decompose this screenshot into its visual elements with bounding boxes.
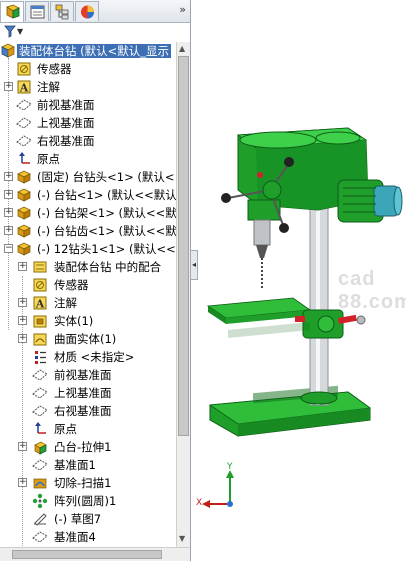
feature-tree-icon (6, 4, 20, 19)
configuration-tab[interactable] (50, 1, 74, 21)
appearance-icon (81, 5, 94, 19)
plane-icon (16, 135, 32, 147)
feature-tree-tab[interactable] (0, 1, 24, 22)
tree-item-label: 阵列(圆周)1 (54, 494, 117, 508)
feature-manager-tabs: » (0, 0, 190, 23)
tree-item-label: 原点 (37, 152, 60, 166)
tree-item-label: 实体(1) (54, 314, 94, 328)
property-tab[interactable] (25, 1, 49, 21)
tree-root-assembly[interactable]: 装配体台钻 (默认<默认_显示 (0, 42, 176, 60)
expand-toggle[interactable]: + (4, 226, 13, 235)
part-component-icon (17, 170, 31, 184)
filter-dropdown-arrow[interactable]: ▼ (17, 27, 23, 36)
origin-icon (19, 152, 30, 164)
plane-icon (16, 117, 32, 129)
expand-toggle[interactable]: + (18, 262, 27, 271)
expand-toggle[interactable]: + (4, 172, 13, 181)
expand-toggle[interactable]: + (18, 478, 27, 487)
annotation-icon: A (33, 296, 47, 311)
property-manager-icon (30, 5, 45, 19)
tree-item-label: 右视基准面 (37, 134, 95, 148)
tree-item-label: 曲面实体(1) (54, 332, 117, 346)
watermark-text: cad 88.com (338, 268, 406, 313)
plane-icon (32, 387, 48, 399)
plane-icon (16, 99, 32, 111)
cut-sweep-icon (33, 478, 47, 489)
tree-item-label: 材质 <未指定> (54, 350, 135, 364)
material-icon (35, 351, 46, 364)
tree-item-label: 前视基准面 (54, 368, 112, 382)
part-component-icon (17, 206, 31, 220)
scroll-down-arrow[interactable]: ▼ (179, 534, 185, 543)
triad-y-label: Y (227, 462, 233, 472)
expand-toggle[interactable]: + (18, 442, 27, 451)
boss-extrude-icon (34, 441, 47, 455)
mates-icon (33, 261, 47, 273)
plane-icon (32, 459, 48, 471)
feature-tree: 装配体台钻 (默认<默认_显示 传感器 + A 注解 前视基准面 上视基准面 右… (0, 42, 176, 561)
tree-item-label: 上视基准面 (54, 386, 112, 400)
expand-toggle[interactable]: + (4, 190, 13, 199)
tree-item-label: 装配体台钻 中的配合 (54, 260, 162, 274)
filter-icon[interactable] (4, 25, 16, 38)
sketch-icon (34, 513, 47, 526)
sensor-icon (33, 278, 47, 292)
solid-bodies-folder-icon (33, 315, 47, 328)
tree-item-label: 右视基准面 (54, 404, 112, 418)
panel-splitter-handle[interactable]: ◂ (190, 250, 198, 280)
plane-icon (32, 369, 48, 381)
assembly-icon (1, 43, 15, 58)
tree-horizontal-scrollbar[interactable] (0, 547, 190, 561)
reference-triad (202, 470, 234, 508)
tree-item-label: (固定) 台钻头<1> (默认< (37, 170, 175, 184)
plane-icon (32, 405, 48, 417)
expand-toggle[interactable]: + (18, 316, 27, 325)
tree-item-label: (-) 台钻齿<1> (默认<<默 (37, 224, 176, 238)
tree-vertical-scrollbar[interactable]: ▲ ▼ (176, 42, 190, 547)
sensor-icon (17, 62, 31, 76)
filter-bar: ▼ (0, 23, 190, 41)
tree-item-label: (-) 12钻头1<1> (默认<< (37, 242, 176, 256)
circular-pattern-icon (32, 493, 48, 509)
surface-bodies-folder-icon (33, 333, 47, 346)
expand-toggle[interactable]: + (18, 298, 27, 307)
tree-item-label: 注解 (54, 296, 77, 310)
feature-manager-panel: » ▼ 装配体台钻 (默认<默认_显示 传感器 + A 注解 前视基准面 上视基… (0, 0, 191, 561)
scrollbar-thumb[interactable] (12, 550, 162, 559)
tree-item-label: 基准面4 (54, 530, 96, 544)
scroll-up-arrow[interactable]: ▲ (179, 44, 185, 53)
tree-item-label: 原点 (54, 422, 77, 436)
triad-x-label: X (196, 498, 203, 508)
tree-item-label: (-) 草图7 (54, 512, 102, 526)
scrollbar-thumb[interactable] (178, 56, 189, 436)
tree-item-label: (-) 台钻架<1> (默认<<默 (37, 206, 176, 220)
annotation-icon: A (17, 80, 31, 95)
svg-text:A: A (35, 298, 45, 311)
tree-item-label: 基准面1 (54, 458, 96, 472)
expand-panel-button[interactable]: » (179, 3, 186, 16)
tree-item-label: 传感器 (54, 278, 89, 292)
part-component-icon (17, 224, 31, 238)
appearance-tab[interactable] (75, 1, 99, 21)
svg-text:A: A (19, 82, 29, 95)
configuration-manager-icon (55, 4, 69, 20)
plane-icon (32, 531, 48, 543)
tree-item-label: (-) 台钻<1> (默认<<默认 (37, 188, 176, 202)
part-component-icon (17, 242, 31, 256)
tree-item-label: 注解 (37, 80, 60, 94)
tree-root-label: 装配体台钻 (默认<默认_显示 (17, 44, 172, 58)
expand-toggle[interactable]: + (4, 208, 13, 217)
expand-toggle[interactable]: + (18, 334, 27, 343)
origin-icon (35, 422, 46, 434)
graphics-viewport[interactable]: cad 88.com Y X (196, 0, 406, 561)
expand-toggle[interactable]: + (4, 82, 13, 91)
collapse-toggle[interactable]: − (4, 244, 13, 253)
tree-item-label: 凸台-拉伸1 (54, 440, 112, 454)
tree-item-label: 传感器 (37, 62, 72, 76)
tree-item-label: 切除-扫描1 (54, 476, 112, 490)
part-component-icon (17, 188, 31, 202)
tree-item-label: 上视基准面 (37, 116, 95, 130)
tree-item-label: 前视基准面 (37, 98, 95, 112)
